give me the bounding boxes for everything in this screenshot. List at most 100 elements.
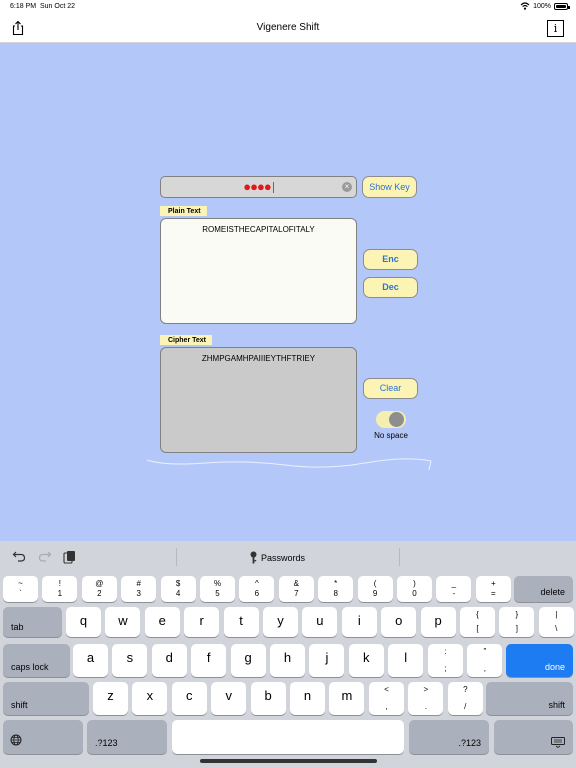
letter-key-e[interactable]: e: [144, 607, 180, 637]
shift-left-label: shift: [11, 700, 28, 710]
letter-key-g[interactable]: g: [230, 644, 266, 677]
number-key-lower: =: [490, 589, 496, 598]
key-icon: [250, 551, 257, 564]
symbol-key[interactable]: :;: [428, 644, 463, 677]
symbol-key[interactable]: {[: [460, 607, 495, 637]
number-key-lower: 5: [215, 589, 220, 598]
decrypt-button[interactable]: Dec: [363, 277, 418, 298]
number-key[interactable]: ^ 6: [239, 576, 275, 602]
shift-right-key[interactable]: shift: [486, 682, 573, 715]
letter-key-o[interactable]: o: [381, 607, 417, 637]
redo-icon[interactable]: [38, 550, 52, 562]
letter-key-b[interactable]: b: [250, 682, 286, 715]
letter-key-d[interactable]: d: [151, 644, 187, 677]
globe-key[interactable]: [3, 720, 83, 754]
letter-key-m[interactable]: m: [329, 682, 365, 715]
clear-text-icon[interactable]: ×: [342, 182, 352, 192]
letter-key-l[interactable]: l: [388, 644, 424, 677]
number-key[interactable]: ~ `: [3, 576, 38, 602]
shift-left-key[interactable]: shift: [3, 682, 89, 715]
cipher-text-area[interactable]: ZHMPGAMHPAIIIEYTHFTRIEY: [160, 347, 357, 453]
number-key[interactable]: & 7: [278, 576, 314, 602]
symbol-key[interactable]: ",: [467, 644, 503, 677]
letter-key-j[interactable]: j: [309, 644, 345, 677]
number-key-upper: *: [334, 579, 338, 588]
symbol-key[interactable]: ? /: [447, 682, 483, 715]
symbol-key[interactable]: <,: [369, 682, 404, 715]
symbol-key[interactable]: | \: [538, 607, 574, 637]
letter-key-k[interactable]: k: [348, 644, 384, 677]
letter-key-r[interactable]: r: [184, 607, 220, 637]
caps-lock-label: caps lock: [11, 662, 49, 672]
number-key-upper: &: [293, 579, 299, 588]
info-button[interactable]: i: [547, 20, 564, 37]
letter-key-v[interactable]: v: [211, 682, 247, 715]
letter-key-t[interactable]: t: [223, 607, 259, 637]
letter-key-label: y: [277, 613, 284, 628]
number-key[interactable]: $4: [160, 576, 196, 602]
on-screen-keyboard: Passwords delete tab caps lock done shif…: [0, 541, 576, 768]
delete-key-label: delete: [540, 587, 565, 597]
encrypt-button[interactable]: Enc: [363, 249, 418, 270]
letter-key-s[interactable]: s: [112, 644, 148, 677]
symbol-key-lower: [: [476, 624, 479, 633]
number-key[interactable]: + =: [475, 576, 511, 602]
dismiss-keyboard-key[interactable]: [494, 720, 573, 754]
number-key[interactable]: (9: [357, 576, 393, 602]
passwords-button[interactable]: Passwords: [250, 551, 305, 564]
battery-percent: 100%: [533, 2, 551, 10]
no-space-toggle[interactable]: [376, 411, 406, 428]
letter-key-c[interactable]: c: [171, 682, 207, 715]
letter-key-x[interactable]: x: [132, 682, 168, 715]
number-key[interactable]: * 8: [318, 576, 354, 602]
letter-key-u[interactable]: u: [302, 607, 338, 637]
space-key[interactable]: [172, 720, 404, 754]
show-key-button[interactable]: Show Key: [362, 176, 417, 198]
number-key[interactable]: ) 0: [397, 576, 432, 602]
symbol-key-upper: :: [444, 647, 447, 656]
number-key-upper: (: [373, 579, 377, 588]
undo-icon[interactable]: [12, 550, 26, 562]
number-key[interactable]: _ -: [436, 576, 472, 602]
number-key-upper: +: [490, 579, 496, 588]
letter-key-f[interactable]: f: [191, 644, 227, 677]
done-key[interactable]: done: [506, 644, 573, 677]
symbol-key[interactable]: >.: [408, 682, 444, 715]
tab-key[interactable]: tab: [3, 607, 62, 637]
tab-key-label: tab: [11, 622, 24, 632]
letter-key-label: o: [395, 613, 403, 628]
letter-key-i[interactable]: i: [341, 607, 377, 637]
number-key[interactable]: #3: [121, 576, 157, 602]
numbers-right-label: .?123: [458, 738, 481, 748]
number-key[interactable]: % 5: [200, 576, 235, 602]
letter-key-z[interactable]: z: [93, 682, 128, 715]
number-key[interactable]: ! 1: [42, 576, 78, 602]
status-time: 6:18 PM: [10, 3, 37, 10]
key-input[interactable]: ●●●● ×: [160, 176, 357, 198]
decorative-line: [146, 458, 432, 471]
numbers-right-key[interactable]: .?123: [409, 720, 489, 754]
numbers-left-key[interactable]: .?123: [87, 720, 167, 754]
letter-key-h[interactable]: h: [270, 644, 305, 677]
symbol-key-upper: >: [423, 685, 429, 694]
letter-key-y[interactable]: y: [263, 607, 298, 637]
globe-icon: [10, 734, 22, 746]
clear-button[interactable]: Clear: [363, 378, 418, 399]
number-key-lower: 7: [294, 589, 299, 598]
number-key[interactable]: @2: [81, 576, 117, 602]
letter-key-w[interactable]: w: [105, 607, 141, 637]
paste-icon[interactable]: [63, 550, 76, 564]
symbol-key[interactable]: }]: [499, 607, 535, 637]
letter-key-p[interactable]: p: [420, 607, 456, 637]
caps-lock-key[interactable]: caps lock: [3, 644, 70, 677]
number-key-upper: _: [451, 579, 457, 588]
letter-key-q[interactable]: q: [66, 607, 101, 637]
delete-key[interactable]: delete: [514, 576, 573, 602]
letter-key-a[interactable]: a: [73, 644, 108, 677]
symbol-key-lower: ,: [385, 702, 388, 711]
letter-key-n[interactable]: n: [290, 682, 325, 715]
letter-key-label: n: [303, 688, 312, 703]
plain-text-area[interactable]: ROMEISTHECAPITALOFITALY: [160, 218, 357, 324]
status-date: Sun Oct 22: [40, 3, 76, 10]
letter-key-label: s: [126, 650, 134, 665]
